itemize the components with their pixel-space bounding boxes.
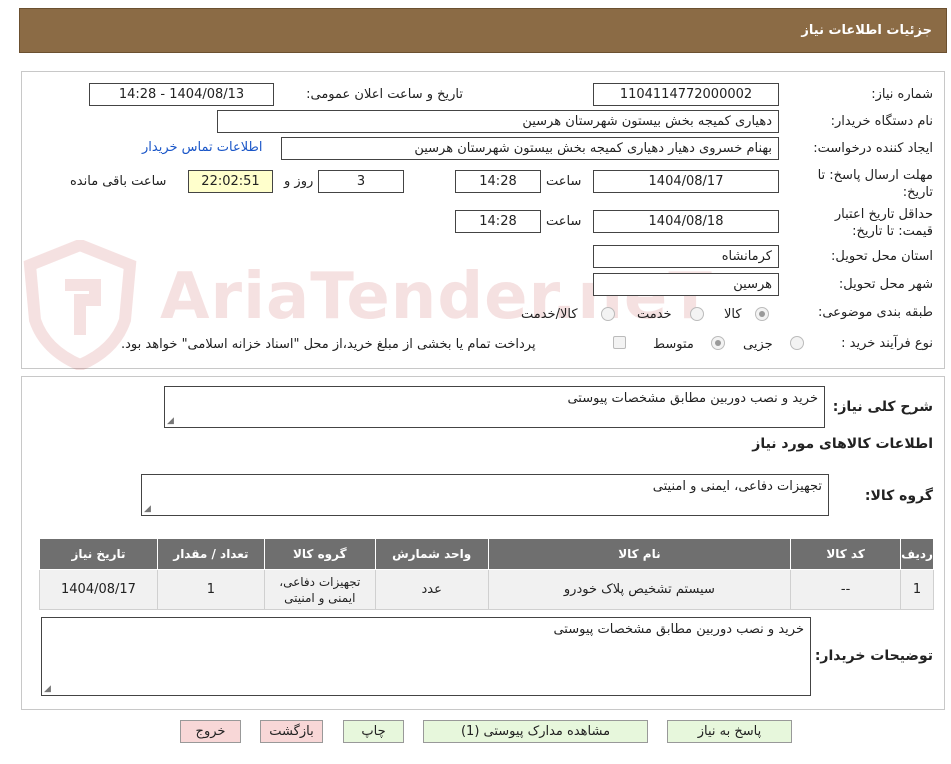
- category-option-goods: کالا: [724, 307, 742, 322]
- buyer-contact-link[interactable]: اطلاعات تماس خریدار: [142, 140, 262, 155]
- process-radio-minor[interactable]: [790, 336, 804, 350]
- cell-qty: 1: [156, 569, 265, 610]
- col-code: کد کالا: [790, 538, 902, 570]
- goods-group-text: تجهیزات دفاعی، ایمنی و امنیتی: [652, 479, 822, 494]
- category-radio-goods[interactable]: [755, 307, 769, 321]
- announce-label: تاریخ و ساعت اعلان عمومی:: [306, 87, 463, 102]
- cell-name: سیستم تشخیص پلاک خودرو: [487, 569, 792, 610]
- resize-grip-icon: ◢: [144, 504, 151, 514]
- col-qty: تعداد / مقدار: [156, 538, 265, 570]
- back-button[interactable]: بازگشت: [260, 720, 323, 743]
- validity-label: حداقل تاریخ اعتبار قیمت: تا تاریخ:: [834, 207, 933, 239]
- need-number-field: 1104114772000002: [593, 83, 779, 106]
- buyer-notes-field: خرید و نصب دوربین مطابق مشخصات پیوستی ◢: [41, 617, 811, 696]
- buyer-org-label: نام دستگاه خریدار:: [830, 114, 933, 129]
- col-row: ردیف: [900, 538, 934, 570]
- page-header: جزئیات اطلاعات نیاز: [19, 8, 947, 53]
- province-label: استان محل تحویل:: [831, 249, 933, 264]
- remaining-time-field: 22:02:51: [188, 170, 273, 193]
- treasury-checkbox[interactable]: [613, 336, 626, 349]
- category-option-both: کالا/خدمت: [521, 307, 578, 322]
- validity-time-label: ساعت: [546, 214, 582, 229]
- reply-date-field: 1404/08/17: [593, 170, 779, 193]
- col-group: گروه کالا: [263, 538, 376, 570]
- city-field: هرسین: [593, 273, 779, 296]
- province-field: کرمانشاه: [593, 245, 779, 268]
- reply-deadline-label: مهلت ارسال پاسخ: تا تاریخ:: [817, 168, 933, 200]
- category-option-service: خدمت: [637, 307, 672, 322]
- col-date: تاریخ نیاز: [39, 538, 158, 570]
- view-attachments-button[interactable]: مشاهده مدارک پیوستی (1): [423, 720, 648, 743]
- print-button[interactable]: چاپ: [343, 720, 404, 743]
- cell-unit: عدد: [374, 569, 489, 610]
- creator-field: بهنام خسروی دهیار دهیاری کمیجه بخش بیستو…: [281, 137, 779, 160]
- process-option-medium: متوسط: [653, 337, 694, 352]
- cell-code: --: [790, 569, 902, 610]
- cell-row: 1: [900, 569, 934, 610]
- city-label: شهر محل تحویل:: [838, 277, 933, 292]
- cell-date: 1404/08/17: [39, 569, 158, 610]
- resize-grip-icon: ◢: [167, 416, 174, 426]
- category-radio-service[interactable]: [690, 307, 704, 321]
- process-radio-medium[interactable]: [711, 336, 725, 350]
- validity-time-field: 14:28: [455, 210, 541, 233]
- reply-time-field: 14:28: [455, 170, 541, 193]
- announce-field: 1404/08/13 - 14:28: [89, 83, 274, 106]
- buyer-notes-label: توضیحات خریدار:: [814, 648, 933, 664]
- need-number-label: شماره نیاز:: [871, 87, 933, 102]
- goods-group-field: تجهیزات دفاعی، ایمنی و امنیتی ◢: [141, 474, 829, 516]
- goods-group-label: گروه کالا:: [864, 488, 933, 504]
- process-option-minor: جزیی: [743, 337, 773, 352]
- description-text: خرید و نصب دوربین مطابق مشخصات پیوستی: [567, 391, 818, 406]
- category-label: طبقه بندی موضوعی:: [817, 305, 933, 320]
- goods-section-title: اطلاعات کالاهای مورد نیاز: [752, 436, 933, 452]
- page-title: جزئیات اطلاعات نیاز: [801, 23, 932, 38]
- cell-group: تجهیزات دفاعی، ایمنی و امنیتی: [263, 569, 376, 610]
- reply-button[interactable]: پاسخ به نیاز: [667, 720, 792, 743]
- buyer-notes-text: خرید و نصب دوربین مطابق مشخصات پیوستی: [553, 622, 804, 637]
- reply-time-label: ساعت: [546, 174, 582, 189]
- days-field: 3: [318, 170, 404, 193]
- table-header-row: ردیف کد کالا نام کالا واحد شمارش گروه کا…: [39, 538, 934, 570]
- creator-label: ایجاد کننده درخواست:: [813, 141, 933, 156]
- description-label: شرح کلی نیاز:: [832, 399, 933, 415]
- resize-grip-icon: ◢: [44, 684, 51, 694]
- table-row: 1 -- سیستم تشخیص پلاک خودرو عدد تجهیزات …: [39, 569, 934, 610]
- remaining-label: ساعت باقی مانده: [70, 174, 167, 189]
- exit-button[interactable]: خروج: [180, 720, 241, 743]
- process-label: نوع فرآیند خرید :: [841, 336, 933, 351]
- goods-table: ردیف کد کالا نام کالا واحد شمارش گروه کا…: [39, 538, 934, 610]
- days-label: روز و: [284, 174, 314, 189]
- description-field: خرید و نصب دوربین مطابق مشخصات پیوستی ◢: [164, 386, 825, 428]
- col-name: نام کالا: [487, 538, 792, 570]
- col-unit: واحد شمارش: [374, 538, 489, 570]
- category-radio-both[interactable]: [601, 307, 615, 321]
- payment-note: پرداخت تمام یا بخشی از مبلغ خرید،از محل …: [121, 337, 536, 352]
- buyer-org-field: دهیاری کمیجه بخش بیستون شهرستان هرسین: [217, 110, 779, 133]
- validity-date-field: 1404/08/18: [593, 210, 779, 233]
